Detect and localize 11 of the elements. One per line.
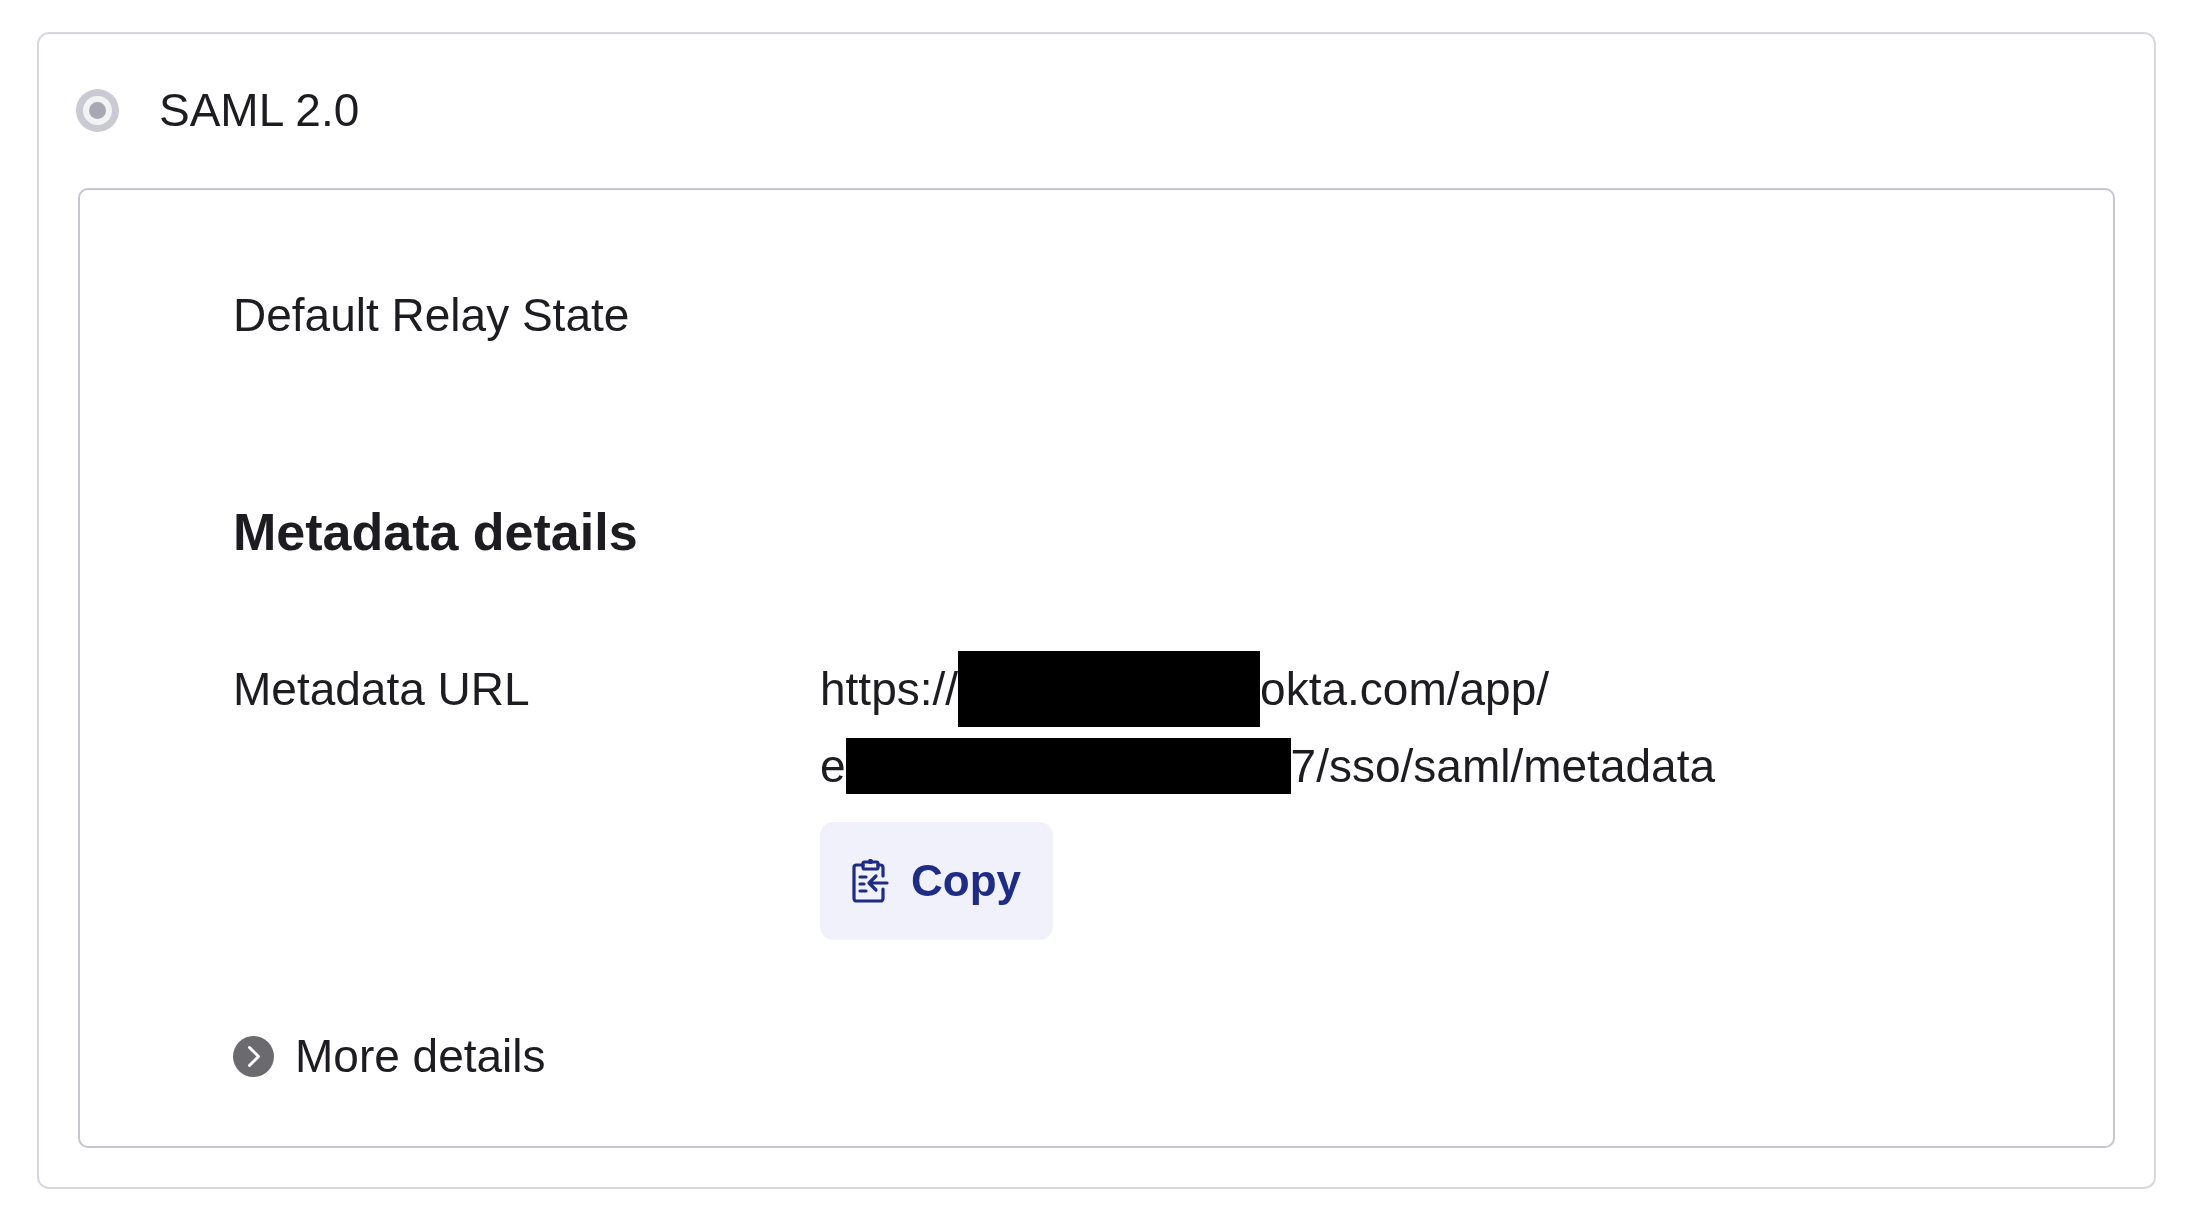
section-heading: Metadata details — [233, 502, 638, 563]
field-label: Metadata URL — [233, 661, 530, 717]
url-text: 7/sso/saml/metadata — [1290, 738, 1715, 794]
url-text: okta.com/app/ — [1260, 661, 1549, 717]
clipboard-icon — [852, 859, 889, 903]
url-text: https:// — [820, 661, 959, 717]
option-label: SAML 2.0 — [159, 87, 360, 133]
more-details-toggle[interactable]: More details — [233, 1033, 546, 1079]
url-text: e — [820, 738, 846, 794]
copy-button[interactable]: Copy — [820, 822, 1053, 940]
field-label: Default Relay State — [233, 288, 630, 343]
